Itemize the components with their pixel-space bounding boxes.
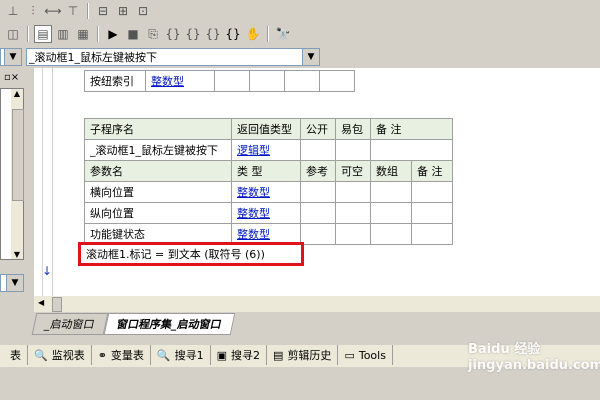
window-icon: ▭ [344,348,355,362]
tab-window-assembly[interactable]: 窗口程序集_启动窗口 [103,313,235,335]
param-name-cell: 按纽索引 [84,70,146,92]
step-icon[interactable]: ⎘ [144,25,162,43]
watermark: Baidu 经验 jingyan.baidu.com [468,342,600,373]
clipboard-icon: ▤ [273,348,284,362]
variable-icon: ⚭ [97,348,107,362]
cursor-arrow-icon: ↓ [42,264,53,278]
bottom-tab-watch[interactable]: 🔍 监视表 [28,345,92,365]
bottom-tab-search2[interactable]: ▣ 搜寻2 [211,345,268,365]
sub-row: _滚动框1_鼠标左键被按下 逻辑型 [84,139,453,161]
step-out-icon[interactable]: {} [184,25,202,43]
chevron-down-icon[interactable]: ▼ [302,49,319,65]
toolbar-run: ◫ ▤ ▥ ▦ ▶ ■ ⎘ {} {} {} {} ✋ 🔭 [0,23,600,45]
magnifier-icon: 🔍 [34,348,48,362]
event-select[interactable]: _滚动框1_鼠标左键被按下 ▼ [26,48,320,66]
distribute-v-icon[interactable]: ⟷ [44,2,62,20]
left-list[interactable]: ▲ ▼ [0,88,24,260]
same-size-icon[interactable]: ⊡ [134,2,152,20]
param-header-row: 参数名 类 型 参考 可空 数组 备 注 [84,160,453,182]
chevron-down-icon[interactable]: ▼ [6,275,23,291]
layout-a-icon[interactable]: ▤ [34,25,52,43]
align-top-icon[interactable]: ⊥ [4,2,22,20]
sub-header-row: 子程序名 返回值类型 公开 易包 备 注 [84,118,453,140]
h-scroll-thumb[interactable] [52,297,62,312]
brace-icon[interactable]: {} [224,25,242,43]
left-combo[interactable]: ▼ [0,48,22,66]
highlight-box [78,242,304,266]
bottom-tab-search1[interactable]: 🔍 搜寻1 [151,345,211,365]
combo-row: ▼ _滚动框1_鼠标左键被按下 ▼ [0,47,600,67]
h-scrollbar[interactable]: ◀ [34,296,600,312]
chevron-down-icon[interactable]: ▼ [4,49,21,65]
sub-name-cell[interactable]: _滚动框1_鼠标左键被按下 [84,139,232,161]
find-icon[interactable]: 🔭 [274,25,292,43]
bottom-tab-variables[interactable]: ⚭ 变量表 [92,345,151,365]
table-row: 纵向位置 整数型 [84,202,453,224]
hand-icon[interactable]: ✋ [244,25,262,43]
panel-header-buttons: ▫× [4,72,19,83]
bottom-tab-table[interactable]: 表 [0,345,28,365]
left-bottom-combo[interactable]: ▼ [0,274,24,292]
gray-divider [52,68,53,296]
left-panel: ▫× ▲ ▼ ▼ [0,68,26,338]
scroll-left-icon[interactable]: ◀ [38,298,44,307]
view-icon[interactable]: ◫ [4,25,22,43]
scroll-thumb[interactable] [12,109,24,201]
window-tabs: _启动窗口 窗口程序集_启动窗口 [31,313,235,335]
search2-icon: ▣ [216,348,228,362]
stop-icon[interactable]: ■ [124,25,142,43]
param-type-cell[interactable]: 整数型 [145,70,215,92]
editor-gutter [34,68,43,296]
scrollbar[interactable]: ▲ ▼ [11,89,24,259]
layout-b-icon[interactable]: ▥ [54,25,72,43]
search-icon: 🔍 [156,348,171,362]
tab-start-window[interactable]: _启动窗口 [31,313,108,335]
event-select-value: _滚动框1_鼠标左键被按下 [29,51,157,64]
restore-icon[interactable]: ▫ [4,72,11,83]
same-height-icon[interactable]: ⊞ [114,2,132,20]
watch-icon[interactable]: {} [204,25,222,43]
same-width-icon[interactable]: ⊟ [94,2,112,20]
bottom-tab-clip-history[interactable]: ▤ 剪辑历史 [267,345,339,365]
run-icon[interactable]: ▶ [104,25,122,43]
distribute-h-icon[interactable]: ⫶ [24,2,42,20]
return-type-cell[interactable]: 逻辑型 [231,139,301,161]
close-icon[interactable]: × [11,72,19,83]
scroll-down-icon[interactable]: ▼ [11,250,23,259]
bottom-tab-tools[interactable]: ▭ Tools [338,345,393,365]
table-row: 横向位置 整数型 [84,181,453,203]
align-center-icon[interactable]: ⊤ [64,2,82,20]
layout-c-icon[interactable]: ▦ [74,25,92,43]
step-into-icon[interactable]: {} [164,25,182,43]
subroutine-table: 子程序名 返回值类型 公开 易包 备 注 _滚动框1_鼠标左键被按下 逻辑型 参… [84,118,453,245]
scroll-up-icon[interactable]: ▲ [11,89,23,98]
toolbar-layout: ⊥ ⫶ ⟷ ⊤ ⊟ ⊞ ⊡ [0,0,600,22]
top-param-table: 按纽索引 整数型 [84,70,355,92]
